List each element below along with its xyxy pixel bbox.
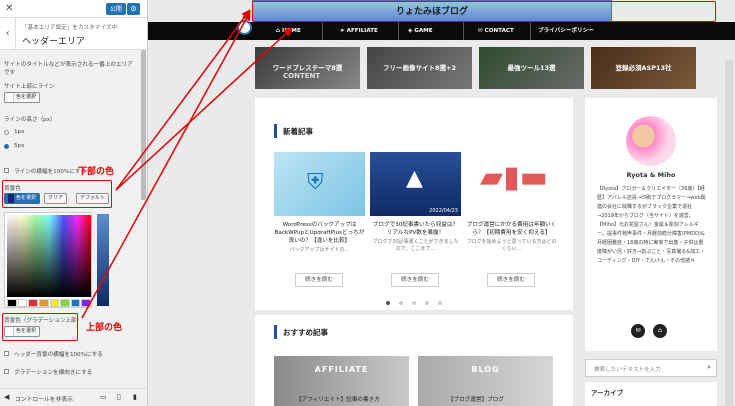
arrow-top <box>81 11 251 319</box>
arrow-bottom-2 <box>115 27 293 191</box>
annotation-arrows <box>81 9 293 319</box>
arrow-bottom <box>115 9 251 191</box>
